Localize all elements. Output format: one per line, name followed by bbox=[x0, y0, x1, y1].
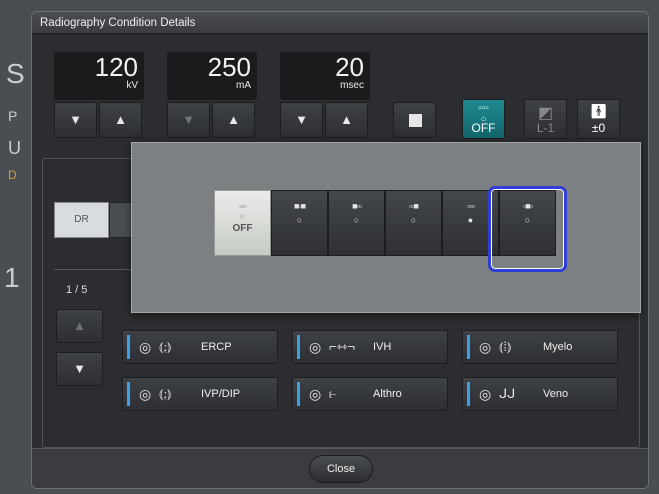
page-indicator: 1 / 5 bbox=[66, 284, 88, 296]
protocol-name: IVH bbox=[373, 341, 392, 353]
spiral-icon: ◎ bbox=[309, 339, 322, 355]
msec-up-button[interactable]: ▲ bbox=[325, 102, 368, 138]
triangle-up-icon: ▲ bbox=[340, 112, 353, 127]
kv-up-button[interactable]: ▲ bbox=[99, 102, 142, 138]
stop-button[interactable] bbox=[393, 102, 436, 138]
ma-value: 250 bbox=[207, 52, 251, 82]
protocol-name: IVP/DIP bbox=[201, 388, 241, 400]
chamber-circle-icon: ○ bbox=[353, 215, 360, 225]
msec-value: 20 bbox=[335, 52, 364, 82]
aec-fields-icon: ■▫■ bbox=[293, 201, 306, 211]
vein-icon: ᒍᒍ bbox=[499, 386, 516, 401]
msec-down-button[interactable]: ▼ bbox=[280, 102, 323, 138]
aec-option-right[interactable]: ▫▫■ ○ bbox=[385, 190, 442, 256]
joint-icon: ⥼ bbox=[329, 386, 337, 401]
dr-tab-button[interactable]: DR bbox=[54, 202, 109, 238]
protocol-accent-bar bbox=[297, 335, 300, 359]
kv-value: 120 bbox=[94, 52, 138, 82]
abdomen-icon: ⦅⁏⦆ bbox=[159, 339, 172, 354]
aec-off-label: OFF bbox=[232, 223, 253, 234]
dialog-title: Radiography Condition Details bbox=[32, 12, 648, 34]
kv-down-button[interactable]: ▼ bbox=[54, 102, 97, 138]
background-text: S bbox=[6, 58, 25, 89]
close-button[interactable]: Close bbox=[309, 455, 373, 483]
selection-highlight bbox=[488, 186, 567, 272]
patient-size-button[interactable]: 🚹︎ ±0 bbox=[577, 99, 620, 139]
aec-option-left[interactable]: ■▫▫ ○ bbox=[328, 190, 385, 256]
protocol-button-ercp[interactable]: ◎ ⦅⁏⦆ ERCP bbox=[122, 330, 278, 364]
abdomen-icon: ⦅⁏⦆ bbox=[159, 386, 172, 401]
protocol-accent-bar bbox=[127, 382, 130, 406]
aec-mode-button[interactable]: ▫▫▫ ○ OFF bbox=[462, 99, 505, 139]
density-icon: ◩ bbox=[537, 105, 554, 122]
msec-unit: msec bbox=[340, 80, 364, 91]
triangle-down-icon: ▼ bbox=[295, 112, 308, 127]
protocol-button-myelo[interactable]: ◎ ⦅⁞⦆ Myelo bbox=[462, 330, 618, 364]
background-text: U bbox=[8, 138, 21, 158]
ma-up-button[interactable]: ▲ bbox=[212, 102, 255, 138]
page-up-button[interactable]: ▲ bbox=[56, 309, 103, 343]
spiral-icon: ◎ bbox=[309, 386, 322, 402]
aec-fields-icon: ▫▫▫ bbox=[239, 201, 247, 211]
ma-unit: mA bbox=[236, 80, 251, 91]
background-text: D bbox=[8, 168, 17, 182]
protocol-name: ERCP bbox=[201, 341, 232, 353]
chamber-circle-icon: ○ bbox=[296, 215, 303, 225]
spine-icon: ⦅⁞⦆ bbox=[499, 339, 512, 354]
protocol-button-ivh[interactable]: ◎ ⌐⇿¬ IVH bbox=[292, 330, 448, 364]
chamber-circle-icon: ○ bbox=[410, 215, 417, 225]
square-icon bbox=[409, 114, 422, 127]
protocol-button-veno[interactable]: ◎ ᒍᒍ Veno bbox=[462, 377, 618, 411]
protocol-accent-bar bbox=[297, 382, 300, 406]
spiral-icon: ◎ bbox=[479, 339, 492, 355]
triangle-up-icon: ▲ bbox=[227, 112, 240, 127]
chamber-circle-icon: ○ bbox=[239, 211, 246, 221]
density-label: L-1 bbox=[536, 121, 555, 135]
aec-fields-icon: ▫▫■ bbox=[409, 201, 419, 211]
triangle-up-icon: ▲ bbox=[114, 112, 127, 127]
protocol-accent-bar bbox=[127, 335, 130, 359]
aec-option-off[interactable]: ▫▫▫ ○ OFF bbox=[214, 190, 271, 256]
triangle-down-icon: ▼ bbox=[182, 112, 195, 127]
aec-fields-icon: ■▫▫ bbox=[352, 201, 362, 211]
page-down-button[interactable]: ▼ bbox=[56, 352, 103, 386]
spiral-icon: ◎ bbox=[139, 339, 152, 355]
aec-option-left-right[interactable]: ■▫■ ○ bbox=[271, 190, 328, 256]
protocol-name: Althro bbox=[373, 388, 402, 400]
ma-down-button[interactable]: ▼ bbox=[167, 102, 210, 138]
background-text: 1 bbox=[4, 262, 20, 293]
patient-size-label: ±0 bbox=[591, 121, 606, 135]
protocol-accent-bar bbox=[467, 335, 470, 359]
ma-readout: 250 mA bbox=[167, 52, 257, 100]
kv-readout: 120 kV bbox=[54, 52, 144, 100]
person-icon: 🚹︎ bbox=[589, 103, 608, 119]
background-text: P bbox=[8, 108, 18, 124]
triangle-up-icon: ▲ bbox=[73, 318, 86, 333]
density-button[interactable]: ◩ L-1 bbox=[524, 99, 567, 139]
protocol-name: Myelo bbox=[543, 341, 573, 353]
spiral-icon: ◎ bbox=[139, 386, 152, 402]
triangle-down-icon: ▼ bbox=[73, 361, 86, 376]
pelvis-icon: ⌐⇿¬ bbox=[329, 339, 356, 354]
aec-mode-label: OFF bbox=[471, 121, 496, 135]
protocol-accent-bar bbox=[467, 382, 470, 406]
protocol-name: Veno bbox=[543, 388, 569, 400]
protocol-button-ivp-dip[interactable]: ◎ ⦅⁏⦆ IVP/DIP bbox=[122, 377, 278, 411]
protocol-button-althro[interactable]: ◎ ⥼ Althro bbox=[292, 377, 448, 411]
triangle-down-icon: ▼ bbox=[69, 112, 82, 127]
kv-unit: kV bbox=[126, 80, 138, 91]
spiral-icon: ◎ bbox=[479, 386, 492, 402]
msec-readout: 20 msec bbox=[280, 52, 370, 100]
